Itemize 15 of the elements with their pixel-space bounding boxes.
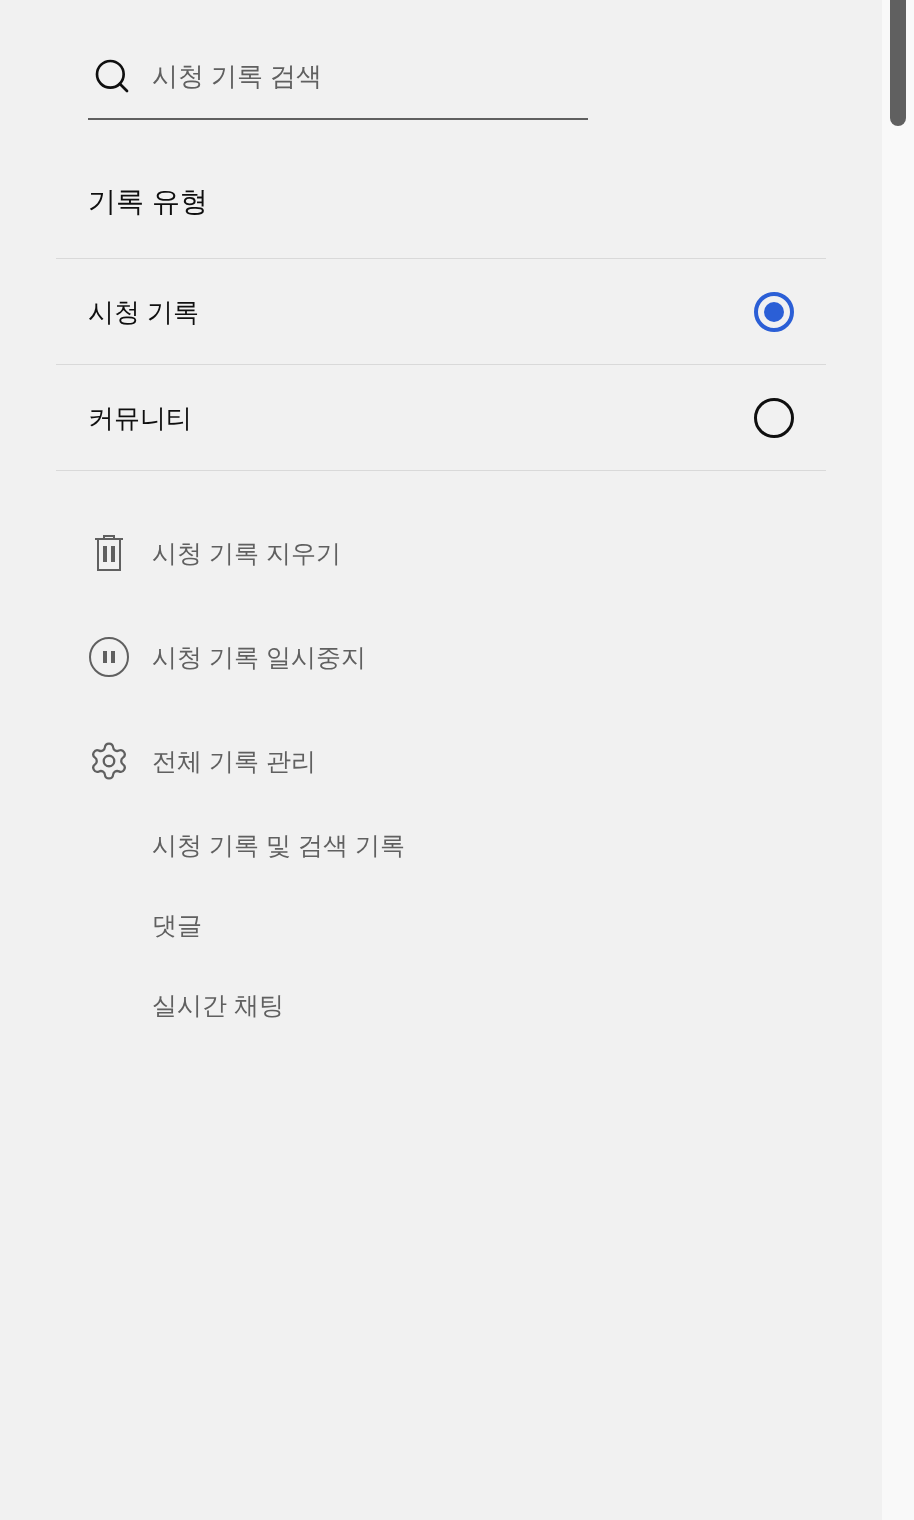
pause-icon (89, 637, 129, 677)
radio-button[interactable] (754, 397, 794, 438)
option-label: 커뮤니티 (88, 401, 192, 435)
menu-item[interactable]: 시청 기록 지우기 (88, 535, 341, 571)
option-label: 시청 기록 (88, 295, 200, 329)
menu-item[interactable]: 전체 기록 관리 (88, 740, 316, 782)
section-heading: 기록 유형 (88, 185, 208, 219)
menu-link[interactable]: 댓글 (152, 908, 202, 942)
menu-link[interactable]: 시청 기록 및 검색 기록 (152, 828, 405, 862)
scrollbar-thumb[interactable] (890, 0, 906, 126)
search-field[interactable]: 시청 기록 검색 (152, 56, 588, 96)
menu-item[interactable]: 시청 기록 일시중지 (88, 637, 366, 677)
menu-link[interactable]: 실시간 채팅 (152, 988, 284, 1022)
trash-icon (94, 535, 124, 571)
radio-button[interactable] (754, 291, 794, 332)
